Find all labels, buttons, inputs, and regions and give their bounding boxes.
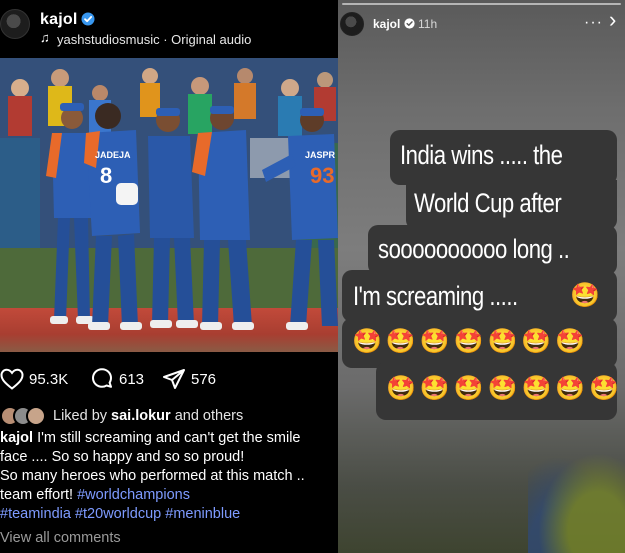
post-caption: kajol I'm still screaming and can't get … [0, 429, 338, 524]
story-text-line: World Cup after [414, 188, 562, 218]
star-struck-emoji: 🤩 [570, 282, 604, 309]
story-username[interactable]: kajol [373, 17, 400, 31]
comment-count: 613 [119, 370, 145, 388]
caption-text: So many heroes who performed at this mat… [0, 468, 305, 484]
send-icon [163, 369, 185, 389]
caption-text: face .... So so happy and so so proud! [0, 449, 245, 465]
liked-by-text: Liked by sai.lokur and others [53, 408, 244, 424]
audio-credit[interactable]: yashstudiosmusic · Original audio [57, 32, 251, 47]
comment-icon [92, 368, 112, 388]
story-progress-bar [342, 3, 621, 5]
verified-badge-icon [81, 12, 95, 26]
post-header: kajol ♫ yashstudiosmusic · Original audi… [0, 0, 338, 58]
instagram-post: kajol ♫ yashstudiosmusic · Original audi… [0, 0, 338, 553]
post-actions: 95.3K 613 576 [0, 366, 338, 392]
player-figure [192, 106, 254, 330]
liker-avatar [26, 406, 46, 426]
star-struck-emoji-row: 🤩🤩🤩🤩🤩🤩🤩 [386, 375, 624, 402]
caption-text: team effort! [0, 487, 78, 503]
like-count: 95.3K [29, 370, 69, 388]
more-options-icon[interactable]: ··· [584, 14, 603, 32]
post-username[interactable]: kajol [40, 11, 77, 29]
avatar[interactable] [0, 9, 30, 39]
player-figure [84, 103, 142, 330]
like-button[interactable]: 95.3K [0, 366, 68, 392]
hashtag-link[interactable]: #meninblue [165, 506, 240, 522]
share-button[interactable]: 576 [162, 366, 216, 392]
story-background-detail [528, 440, 625, 553]
star-struck-emoji-row: 🤩🤩🤩🤩🤩🤩🤩 [352, 328, 590, 355]
post-photo[interactable]: JADEJA 8 JASPR 93 [0, 58, 338, 352]
story-avatar[interactable] [340, 12, 364, 36]
share-count: 576 [191, 370, 217, 388]
verified-badge-icon [404, 18, 415, 29]
story-timestamp: 11h [418, 17, 438, 31]
next-story-icon[interactable]: › [609, 9, 616, 31]
caption-text: I'm still screaming and can't get the sm… [33, 430, 301, 446]
story-text-line: I'm screaming ..... [353, 281, 518, 311]
player-figure [148, 108, 198, 328]
instagram-story[interactable]: kajol 11h ··· › India wins ..... the Wor… [338, 0, 625, 553]
story-text-line: India wins ..... the [400, 140, 563, 170]
jersey-number: 8 [100, 163, 112, 188]
liked-by-row[interactable]: Liked by sai.lokur and others [0, 406, 338, 426]
jersey-number: 93 [310, 163, 334, 188]
hashtag-link[interactable]: #teamindia [0, 506, 71, 522]
hashtag-link[interactable]: #t20worldcup [75, 506, 161, 522]
comment-button[interactable]: 613 [90, 366, 144, 392]
hashtag-link[interactable]: #worldchampions [77, 487, 190, 503]
jersey-name: JASPR [305, 150, 336, 160]
story-text-line: soooooooooo long .. [378, 234, 570, 264]
players-group: JADEJA 8 JASPR 93 [46, 103, 338, 330]
liked-by-user[interactable]: sai.lokur [111, 408, 171, 424]
view-all-comments-link[interactable]: View all comments [0, 530, 121, 546]
music-note-icon: ♫ [40, 30, 50, 45]
jersey-name: JADEJA [95, 150, 131, 160]
player-figure [262, 108, 338, 330]
heart-icon [0, 368, 24, 390]
caption-username[interactable]: kajol [0, 430, 33, 446]
